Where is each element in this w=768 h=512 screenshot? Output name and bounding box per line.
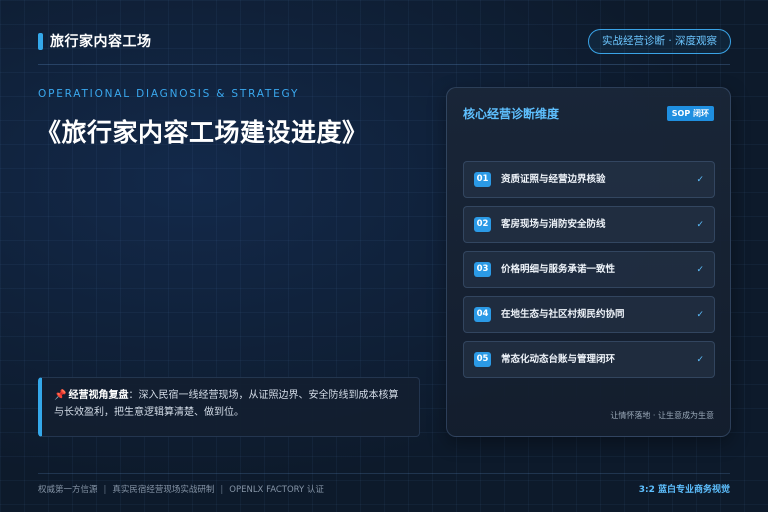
- diagnosis-item: 02 客房现场与消防安全防线 ✓: [463, 206, 715, 243]
- step-number-badge: 04: [474, 307, 491, 322]
- footer-format-label: 3:2 蓝白专业商务视觉: [638, 485, 730, 495]
- check-icon: ✓: [696, 220, 704, 230]
- footer-source-item: 权威第一方信源: [38, 485, 98, 495]
- diagnosis-list: 01 资质证照与经营边界核验 ✓ 02 客房现场与消防安全防线 ✓ 03 价格明…: [463, 161, 715, 386]
- step-number-badge: 02: [474, 217, 491, 232]
- footer-divider: [38, 473, 730, 474]
- header-divider: [38, 64, 730, 65]
- footer-source-item: 真实民宿经营现场实战研制: [112, 485, 215, 495]
- check-icon: ✓: [696, 265, 704, 275]
- step-number-badge: 05: [474, 352, 491, 367]
- check-icon: ✓: [696, 355, 704, 365]
- review-note-label: 经营视角复盘: [68, 390, 129, 401]
- diagnosis-item: 05 常态化动态台账与管理闭环 ✓: [463, 341, 715, 378]
- step-label: 价格明细与服务承诺一致性: [501, 264, 616, 275]
- diagnosis-item: 04 在地生态与社区村规民约协同 ✓: [463, 296, 715, 333]
- step-label: 客房现场与消防安全防线: [501, 219, 606, 230]
- panel-slogan: 让情怀落地 · 让生意成为生意: [610, 411, 714, 420]
- diagnosis-item: 03 价格明细与服务承诺一致性 ✓: [463, 251, 715, 288]
- step-label: 资质证照与经营边界核验: [501, 174, 606, 185]
- review-note-colon: ：: [128, 390, 139, 401]
- pushpin-icon: 📌: [54, 390, 67, 401]
- check-icon: ✓: [696, 310, 704, 320]
- footer-separator: |: [103, 485, 107, 495]
- english-subtitle: OPERATIONAL DIAGNOSIS & STRATEGY: [38, 88, 300, 100]
- step-number-badge: 03: [474, 262, 491, 277]
- panel-title: 核心经营诊断维度: [463, 107, 560, 121]
- page-title: 《旅行家内容工场建设进度》: [36, 118, 368, 147]
- diagnosis-item: 01 资质证照与经营边界核验 ✓: [463, 161, 715, 198]
- header-accent-bar: [38, 33, 43, 50]
- review-note-card: 📌 经营视角复盘：深入民宿一线经营现场，从证照边界、安全防线到成本核算与长效盈利，…: [38, 377, 420, 437]
- brand-title: 旅行家内容工场: [50, 34, 152, 50]
- header-badge: 实战经营诊断 · 深度观察: [587, 29, 731, 54]
- check-icon: ✓: [696, 175, 704, 185]
- step-number-badge: 01: [474, 172, 491, 187]
- footer-sources: 权威第一方信源 | 真实民宿经营现场实战研制 | OPENLX FACTORY 认证: [38, 483, 324, 495]
- footer-source-item: OPENLX FACTORY 认证: [229, 485, 324, 495]
- diagnosis-panel: 核心经营诊断维度 SOP 闭环 01 资质证照与经营边界核验 ✓ 02 客房现场…: [446, 87, 731, 437]
- sop-tag: SOP 闭环: [666, 106, 714, 121]
- footer-separator: |: [220, 485, 224, 495]
- step-label: 常态化动态台账与管理闭环: [501, 354, 616, 365]
- step-label: 在地生态与社区村规民约协同: [501, 309, 625, 320]
